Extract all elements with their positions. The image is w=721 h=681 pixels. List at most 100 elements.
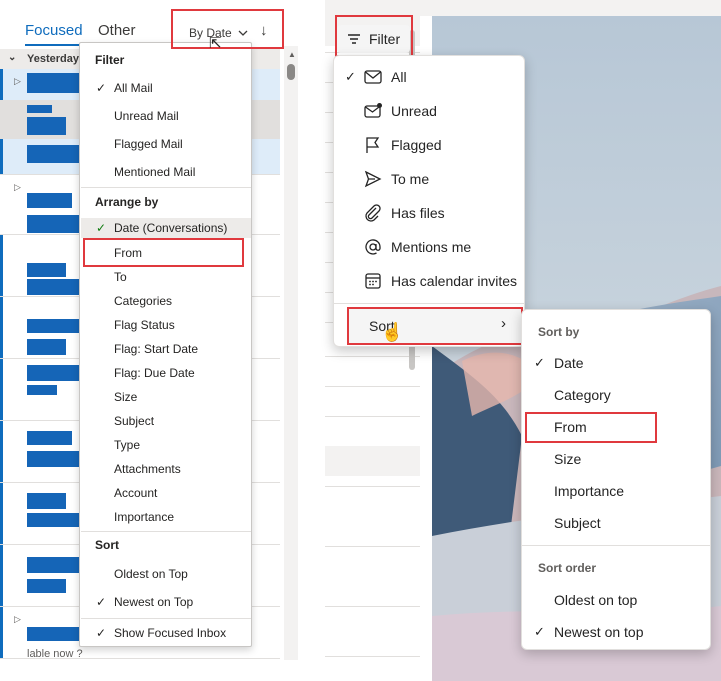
menu-item-label: Date (Conversations) — [114, 221, 228, 235]
flag-icon — [366, 137, 380, 153]
redacted-sender — [27, 493, 66, 509]
unread-indicator — [0, 483, 3, 544]
check-icon: ✓ — [96, 595, 107, 609]
menu-item-size[interactable]: Size — [114, 390, 137, 404]
menu-item-date[interactable]: Date — [554, 355, 584, 371]
menu-item-category[interactable]: Category — [554, 387, 611, 403]
menu-section-sort-order: Sort order — [538, 561, 597, 575]
expand-thread-icon[interactable]: ▷ — [14, 76, 21, 87]
redacted-sender — [27, 557, 79, 573]
check-icon: ✓ — [96, 626, 107, 640]
classic-arrange-menu: Filter ✓ All Mail Unread Mail Flagged Ma… — [79, 42, 252, 647]
menu-item-flagged[interactable]: Flagged — [391, 137, 442, 153]
collapse-chevron-icon[interactable]: ⌄ — [8, 52, 16, 63]
menu-item-has-files[interactable]: Has files — [391, 205, 445, 221]
menu-item-mentions-me[interactable]: Mentions me — [391, 239, 471, 255]
check-icon: ✓ — [96, 81, 107, 95]
menu-item-to[interactable]: To — [114, 270, 127, 284]
mail-unread-icon — [364, 103, 382, 118]
redacted-sender — [27, 627, 79, 641]
menu-item-categories[interactable]: Categories — [114, 294, 172, 308]
scrollbar-thumb[interactable] — [287, 64, 295, 80]
unread-indicator — [0, 607, 3, 658]
menu-section-sort-by: Sort by — [538, 325, 580, 339]
menu-item-flag-due-date[interactable]: Flag: Due Date — [114, 366, 195, 380]
redacted-subject — [27, 579, 66, 593]
mouse-pointer-icon: ⇱ — [209, 35, 222, 52]
group-header-label: Yesterday — [27, 53, 79, 65]
menu-divider — [81, 187, 251, 188]
highlight-box — [171, 9, 284, 49]
hand-pointer-icon: ☝ — [381, 322, 404, 342]
menu-section-sort: Sort — [95, 538, 119, 552]
redacted-sender — [27, 431, 72, 445]
redacted-sender — [27, 263, 66, 277]
redacted-subject — [27, 279, 79, 295]
redacted-subject — [27, 215, 79, 233]
menu-item-oldest-on-top[interactable]: Oldest on top — [554, 592, 637, 608]
menu-item-attachments[interactable]: Attachments — [114, 462, 181, 476]
menu-divider — [81, 618, 251, 619]
scroll-up-icon[interactable]: ▲ — [288, 50, 296, 59]
list-item[interactable] — [325, 446, 420, 476]
tab-other[interactable]: Other — [98, 22, 136, 39]
filter-menu: ✓ All Unread Flagged To me Has files Men… — [333, 55, 525, 347]
menu-item-flagged-mail[interactable]: Flagged Mail — [114, 137, 183, 151]
menu-item-type[interactable]: Type — [114, 438, 140, 452]
menu-item-importance[interactable]: Importance — [554, 483, 624, 499]
row-divider — [325, 356, 420, 357]
menu-item-mentioned-mail[interactable]: Mentioned Mail — [114, 165, 195, 179]
menu-item-account[interactable]: Account — [114, 486, 157, 500]
message-list-scrollbar[interactable]: ▲ — [284, 46, 298, 660]
menu-item-unread[interactable]: Unread — [391, 103, 437, 119]
menu-item-newest-on-top[interactable]: Newest on top — [554, 624, 644, 640]
title-strip — [325, 0, 721, 16]
menu-item-all[interactable]: All — [391, 69, 407, 85]
check-icon: ✓ — [534, 624, 545, 639]
redacted-sender — [27, 193, 72, 208]
paperclip-icon — [365, 204, 381, 222]
highlight-box — [83, 238, 244, 267]
unread-indicator — [0, 69, 3, 100]
menu-item-date-conversations[interactable]: Date (Conversations) — [81, 218, 251, 238]
unread-indicator — [0, 421, 3, 482]
menu-item-oldest-on-top[interactable]: Oldest on Top — [114, 567, 188, 581]
menu-divider — [81, 531, 251, 532]
menu-section-arrange-by: Arrange by — [95, 195, 159, 209]
menu-item-flag-start-date[interactable]: Flag: Start Date — [114, 342, 198, 356]
menu-item-all-mail[interactable]: All Mail — [114, 81, 153, 95]
expand-thread-icon[interactable]: ▷ — [14, 182, 21, 193]
mail-icon — [364, 70, 382, 84]
menu-item-size[interactable]: Size — [554, 451, 581, 467]
tab-focused[interactable]: Focused — [25, 22, 83, 39]
menu-item-unread-mail[interactable]: Unread Mail — [114, 109, 179, 123]
menu-item-flag-status[interactable]: Flag Status — [114, 318, 175, 332]
menu-divider — [522, 545, 710, 546]
menu-item-importance[interactable]: Importance — [114, 510, 174, 524]
redacted-subject — [27, 385, 57, 395]
check-icon: ✓ — [345, 69, 356, 84]
row-divider — [325, 416, 420, 417]
status-footer-text: lable now ? — [27, 648, 83, 660]
expand-thread-icon[interactable]: ▷ — [14, 614, 21, 625]
menu-item-has-calendar-invites[interactable]: Has calendar invites — [391, 273, 517, 289]
check-icon: ✓ — [96, 221, 107, 235]
menu-item-newest-on-top[interactable]: Newest on Top — [114, 595, 193, 609]
unread-indicator — [0, 545, 3, 606]
menu-divider — [334, 303, 524, 304]
at-sign-icon — [365, 239, 381, 255]
redacted-sender — [27, 105, 52, 113]
menu-item-to-me[interactable]: To me — [391, 171, 429, 187]
highlight-box — [347, 307, 523, 345]
sort-submenu: Sort by ✓ Date Category From Size Import… — [521, 309, 711, 650]
highlight-box — [525, 412, 657, 443]
menu-item-subject[interactable]: Subject — [114, 414, 154, 428]
row-divider — [325, 486, 420, 487]
row-divider — [325, 546, 420, 547]
menu-item-subject[interactable]: Subject — [554, 515, 601, 531]
redacted-sender — [27, 319, 79, 333]
send-icon — [364, 170, 382, 188]
redacted-subject — [27, 339, 66, 355]
menu-item-show-focused-inbox[interactable]: Show Focused Inbox — [114, 626, 226, 640]
redacted-subject — [27, 117, 66, 135]
